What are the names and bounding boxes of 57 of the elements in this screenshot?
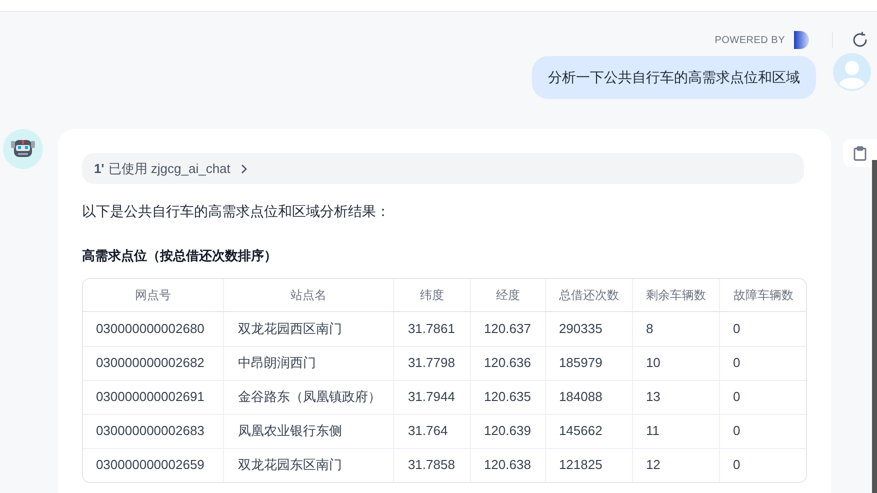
table-cell: 184088	[544, 380, 632, 414]
column-header: 网点号	[134, 286, 172, 304]
table-cell: 120.636	[470, 346, 545, 380]
tool-icon: 1'	[94, 158, 104, 178]
table-cell: 31.7861	[392, 312, 470, 346]
table-cell: 31.764	[392, 414, 470, 448]
intro-text: 以下是公共自行车的高需求点位和区域分析结果：	[82, 202, 391, 221]
table-cell: 145662	[544, 414, 632, 448]
table-cell-text: 030000000002682	[94, 354, 206, 372]
table-cell: 金谷路东（凤凰镇政府）	[222, 380, 393, 414]
logo-icon	[792, 30, 812, 50]
table-cell: 11	[632, 414, 719, 448]
table-cell: 120.635	[470, 380, 545, 414]
table-cell: 31.7944	[392, 380, 470, 414]
refresh-icon[interactable]	[851, 31, 869, 49]
table-cell: 0	[718, 380, 806, 414]
table-cell: 12	[632, 448, 719, 482]
table-cell: 31.7858	[392, 448, 470, 482]
table-cell: 121825	[544, 448, 632, 482]
table-cell-text: 030000000002691	[94, 388, 206, 406]
tool-chip[interactable]: 1' 已使用 zjgcg_ai_chat	[82, 153, 804, 184]
table-cell: 120.638	[470, 448, 545, 482]
table-cell: 13	[632, 380, 719, 414]
column-header: 站点名	[222, 278, 393, 310]
table-cell: 0	[718, 312, 806, 346]
table-cell: 120.637	[470, 312, 545, 346]
tool-chip-label: 已使用 zjgcg_ai_chat	[108, 160, 230, 178]
table-cell: 双龙花园东区南门	[222, 448, 393, 482]
table-cell-text: 030000000002683	[94, 422, 206, 440]
table-cell: 290335	[544, 312, 632, 346]
table-cell-text: 030000000002680	[94, 320, 206, 338]
table-cell: 8	[632, 312, 719, 346]
table-cell: 0	[718, 346, 806, 380]
scrollbar-thumb[interactable]	[872, 160, 877, 493]
column-header: 总借还次数	[544, 278, 632, 310]
user-avatar-icon	[833, 53, 871, 91]
table-cell: 0	[718, 448, 806, 482]
table-cell: 0	[718, 414, 806, 448]
table-cell: 120.639	[470, 414, 545, 448]
column-header: 经度	[470, 278, 545, 310]
table-cell: 31.7798	[392, 346, 470, 380]
user-message-bubble: 分析一下公共自行车的高需求点位和区域	[532, 56, 816, 99]
clipboard-icon	[853, 146, 867, 160]
column-header: 纬度	[392, 278, 470, 310]
robot-avatar-icon	[3, 129, 43, 169]
table-cell: 中昂朗润西门	[222, 346, 393, 380]
copy-button[interactable]	[843, 139, 877, 167]
column-header: 故障车辆数	[718, 278, 806, 310]
column-header: 剩余车辆数	[632, 278, 719, 310]
table-cell: 双龙花园西区南门	[222, 312, 393, 346]
powered-by-label: POWERED BY	[714, 34, 785, 48]
table-cell: 10	[632, 346, 719, 380]
table-cell: 185979	[544, 346, 632, 380]
table-cell-text: 030000000002659	[94, 456, 206, 474]
chevron-right-icon	[239, 164, 250, 174]
section-title: 高需求点位（按总借还次数排序）	[82, 247, 278, 265]
table-cell: 凤凰农业银行东侧	[222, 414, 393, 448]
